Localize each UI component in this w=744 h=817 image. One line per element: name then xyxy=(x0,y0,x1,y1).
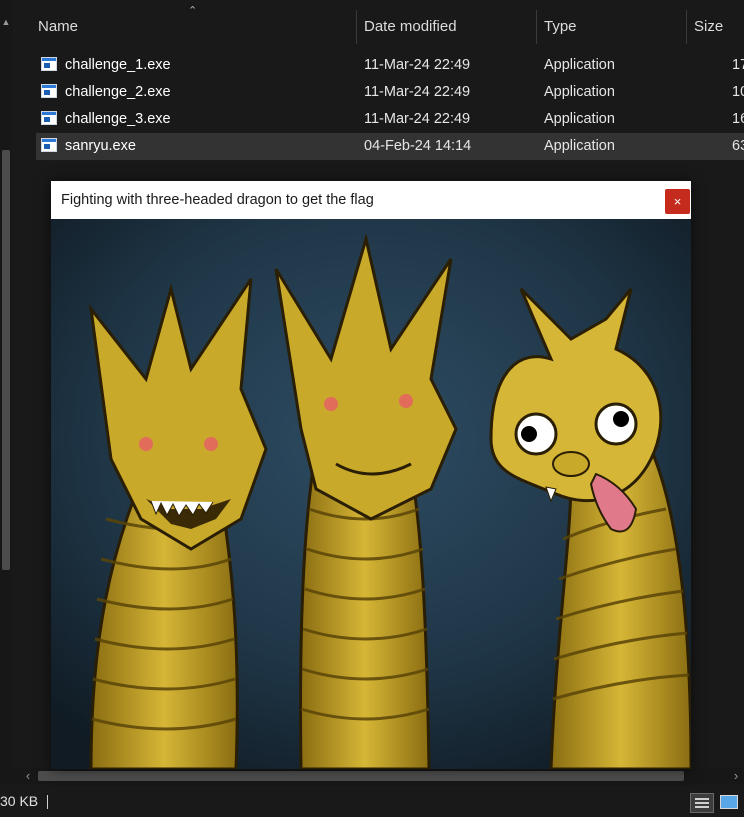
application-file-icon xyxy=(41,84,57,98)
file-name: sanryu.exe xyxy=(65,138,136,154)
application-file-icon xyxy=(41,57,57,71)
file-name: challenge_3.exe xyxy=(65,111,171,127)
application-file-icon xyxy=(41,111,57,125)
scroll-up-icon[interactable]: ▲ xyxy=(0,14,12,30)
file-date: 11-Mar-24 22:49 xyxy=(364,111,471,127)
vertical-scroll-thumb[interactable] xyxy=(2,150,10,570)
scroll-right-icon[interactable]: › xyxy=(728,767,744,785)
file-type: Application xyxy=(544,138,615,154)
file-name: challenge_1.exe xyxy=(65,57,171,73)
column-header: ⌃ Name Date modified Type Size xyxy=(12,0,744,44)
large-icons-view-icon[interactable] xyxy=(718,793,740,811)
file-row[interactable]: challenge_3.exe 11-Mar-24 22:49 Applicat… xyxy=(36,106,744,133)
application-file-icon xyxy=(41,138,57,152)
horizontal-scroll-thumb[interactable] xyxy=(38,771,684,781)
file-date: 11-Mar-24 22:49 xyxy=(364,57,471,73)
horizontal-scrollbar[interactable]: ‹ › xyxy=(0,767,744,785)
selection-size: 30 KB xyxy=(0,793,39,809)
file-type: Application xyxy=(544,111,615,127)
file-type: Application xyxy=(544,84,615,100)
column-date-header[interactable]: Date modified xyxy=(356,10,536,44)
details-view-icon[interactable] xyxy=(690,793,714,813)
file-size: 63 xyxy=(732,138,744,154)
status-separator xyxy=(47,795,48,809)
file-size: 16 xyxy=(732,111,744,127)
file-row[interactable]: challenge_2.exe 11-Mar-24 22:49 Applicat… xyxy=(36,79,744,106)
file-date: 04-Feb-24 14:14 xyxy=(364,138,472,154)
file-row[interactable]: challenge_1.exe 11-Mar-24 22:49 Applicat… xyxy=(36,52,744,79)
dragon-popup-window: Fighting with three-headed dragon to get… xyxy=(51,181,691,769)
vertical-scrollbar[interactable]: ▲ ▼ xyxy=(0,0,12,785)
file-type: Application xyxy=(544,57,615,73)
file-size: 17 xyxy=(732,57,744,73)
file-row-selected[interactable]: sanryu.exe 04-Feb-24 14:14 Application 6… xyxy=(36,133,744,160)
popup-titlebar[interactable]: Fighting with three-headed dragon to get… xyxy=(51,181,691,219)
file-size: 10 xyxy=(732,84,744,100)
scroll-left-icon[interactable]: ‹ xyxy=(20,767,36,785)
three-headed-dragon-image xyxy=(51,219,691,769)
column-type-header[interactable]: Type xyxy=(536,10,686,44)
file-date: 11-Mar-24 22:49 xyxy=(364,84,471,100)
popup-title: Fighting with three-headed dragon to get… xyxy=(61,192,374,208)
column-size-header[interactable]: Size xyxy=(686,10,744,44)
close-button[interactable]: × xyxy=(665,189,690,214)
file-name: challenge_2.exe xyxy=(65,84,171,100)
status-bar: 30 KB xyxy=(0,785,744,813)
column-name-header[interactable]: Name xyxy=(30,10,368,44)
